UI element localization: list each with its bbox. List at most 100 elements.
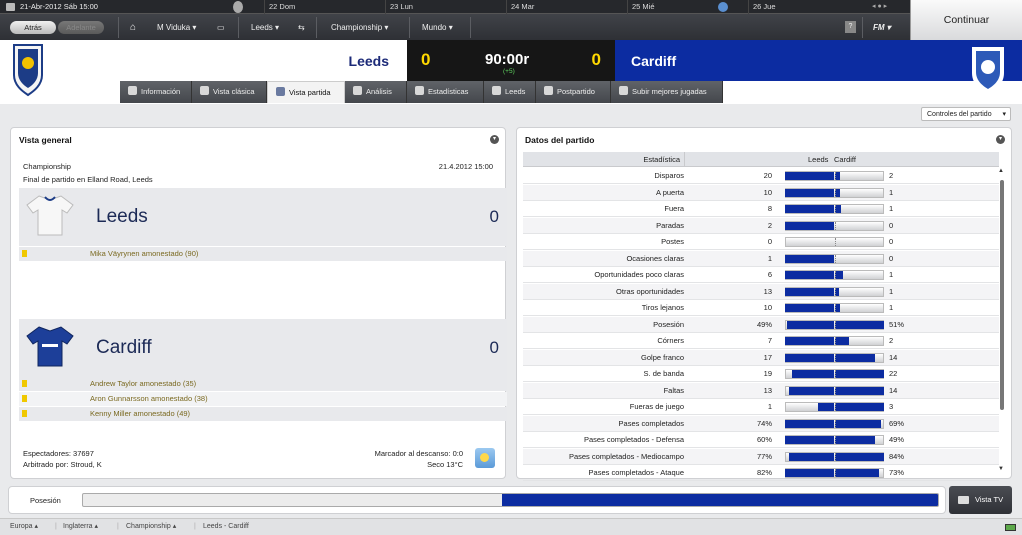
- world-menu[interactable]: Mundo ▾: [422, 19, 453, 36]
- calendar-icon[interactable]: [6, 3, 15, 11]
- away-bar-fill: [835, 386, 884, 395]
- calendar-scroll-icon[interactable]: ◂ ● ▸: [872, 0, 887, 14]
- tab-leeds[interactable]: Leeds: [484, 81, 536, 103]
- table-row: Ocasiones claras 1 0: [523, 250, 999, 267]
- yellow-card-icon: [22, 395, 27, 402]
- home-value: 20: [763, 171, 772, 180]
- tab-label: Análisis: [366, 87, 392, 96]
- yellow-card-icon: [22, 410, 27, 417]
- home-value: 1: [767, 253, 772, 263]
- manager-menu[interactable]: M Viduka ▾: [157, 19, 196, 36]
- manager-name: M Viduka: [157, 23, 191, 32]
- tab-vista-partida[interactable]: Vista partida: [267, 81, 345, 103]
- club-menu[interactable]: Leeds ▾: [251, 19, 279, 36]
- away-bar-fill: [835, 436, 876, 444]
- home-bar-fill: [785, 271, 834, 279]
- stat-name: Tiros lejanos: [641, 303, 684, 312]
- away-bar-fill: [835, 337, 849, 345]
- home-value: 74%: [756, 418, 772, 428]
- away-bar-fill: [835, 419, 881, 428]
- overview-panel: Vista general ▾ Championship 21.4.2012 1…: [10, 127, 507, 479]
- list-item: Aron Gunnarsson amonestado (38): [19, 392, 507, 406]
- scrollbar-thumb[interactable]: [1000, 180, 1004, 410]
- breadcrumb-label: Europa: [10, 523, 33, 530]
- breadcrumb-item[interactable]: Inglaterra ▴: [63, 519, 98, 535]
- calendar-day[interactable]: 23 Lun: [385, 0, 505, 14]
- stat-name: Posesión: [653, 319, 684, 329]
- breadcrumb-item[interactable]: Leeds - Cardiff: [203, 519, 249, 535]
- tab-estadisticas[interactable]: Estadísticas: [407, 81, 484, 103]
- stat-name: S. de banda: [643, 369, 684, 378]
- away-team-label: Cardiff: [96, 337, 152, 358]
- back-button[interactable]: Atrás: [10, 21, 56, 34]
- tab-postpartido[interactable]: Postpartido: [536, 81, 611, 103]
- home-value: 49%: [756, 319, 772, 329]
- forward-button[interactable]: Adelante: [58, 21, 104, 34]
- match-controls-dropdown[interactable]: Controles del partido ▾: [921, 107, 1011, 121]
- help-button[interactable]: ?: [845, 21, 856, 33]
- competition-menu[interactable]: Championship ▾: [331, 19, 388, 36]
- event-text: Kenny Miller amonestado (49): [90, 409, 191, 418]
- breadcrumb-item[interactable]: Championship ▴: [126, 519, 176, 535]
- stats-scrollbar[interactable]: ▲ ▼: [998, 168, 1006, 472]
- home-team-box: Leeds 0: [19, 188, 507, 246]
- tab-label: Postpartido: [557, 87, 595, 96]
- halftime-score: Marcador al descanso: 0:0: [374, 449, 463, 458]
- stat-bar: [785, 171, 884, 181]
- tab-label: Vista partida: [289, 88, 331, 97]
- away-bar-fill: [835, 370, 884, 378]
- calendar-day[interactable]: 25 Mié: [627, 0, 747, 14]
- away-team-name[interactable]: Cardiff: [631, 53, 676, 69]
- away-value: 0: [889, 220, 894, 230]
- away-value: 1: [889, 204, 894, 213]
- table-row: Fueras de juego 1 3: [523, 399, 999, 415]
- table-row: Faltas 13 14: [523, 382, 999, 399]
- stat-column-header[interactable]: Estadística: [523, 152, 684, 167]
- continue-button[interactable]: Continuar: [910, 0, 1022, 40]
- tab-label: Información: [141, 87, 181, 96]
- home-bar-fill: [785, 337, 834, 345]
- table-row: Córners 7 2: [523, 333, 999, 349]
- tab-subir-mejores-jugadas[interactable]: Subir mejores jugadas: [611, 81, 723, 103]
- tab-vista-clasica[interactable]: Vista clásica: [192, 81, 267, 103]
- match-clock: 90:00r: [485, 51, 530, 68]
- tab-analisis[interactable]: Análisis: [345, 81, 407, 103]
- leeds-shirt-icon: [26, 195, 74, 236]
- event-text: Aron Gunnarsson amonestado (38): [90, 394, 208, 403]
- competition-label: Championship: [23, 162, 71, 171]
- away-bar-fill: [835, 403, 884, 411]
- home-team-name[interactable]: Leeds: [349, 53, 389, 69]
- stat-name: Pases completados - Ataque: [588, 468, 684, 477]
- home-bar-fill: [785, 287, 834, 296]
- chevron-down-icon[interactable]: ▾: [490, 135, 499, 144]
- home-team-score: 0: [489, 207, 499, 226]
- chevron-down-icon[interactable]: ▾: [996, 135, 1005, 144]
- stats-icon: [415, 86, 424, 95]
- stat-name: Pases completados - Mediocampo: [568, 451, 684, 461]
- table-row: Paradas 2 0: [523, 217, 999, 234]
- table-row: Golpe franco 17 14: [523, 349, 999, 366]
- fm-menu[interactable]: FM ▾: [873, 19, 891, 36]
- calendar-day[interactable]: 26 Jue: [748, 0, 868, 14]
- away-bar-fill: [835, 320, 884, 329]
- breadcrumb-item[interactable]: Europa ▴: [10, 519, 38, 535]
- tv-view-button[interactable]: Vista TV: [949, 486, 1012, 514]
- tab-informacion[interactable]: Información: [120, 81, 192, 103]
- weather-text: Seco 13°C: [427, 460, 463, 469]
- home-icon[interactable]: ⌂: [130, 19, 136, 36]
- stats-table: Disparos 20 2 A puerta 10 1 Fuera 8 1 Paradas 2 0 Po…: [523, 168, 999, 497]
- cardiff-crest-icon: [972, 47, 1004, 95]
- calendar-day[interactable]: 24 Mar: [506, 0, 626, 14]
- inbox-icon[interactable]: ▭: [217, 19, 225, 36]
- stat-bar: [785, 204, 884, 214]
- stat-name: Pases completados: [618, 418, 684, 428]
- swap-icon[interactable]: ⇆: [298, 19, 305, 36]
- calendar-day[interactable]: 22 Dom: [264, 0, 384, 14]
- home-column-header[interactable]: Leeds: [808, 152, 828, 167]
- home-bar-fill: [785, 221, 834, 230]
- stat-bar: [785, 352, 884, 363]
- away-bar-fill: [835, 353, 876, 362]
- away-column-header[interactable]: Cardiff: [834, 152, 856, 167]
- table-row: Otras oportunidades 13 1: [523, 283, 999, 300]
- tv-view-label: Vista TV: [975, 495, 1004, 504]
